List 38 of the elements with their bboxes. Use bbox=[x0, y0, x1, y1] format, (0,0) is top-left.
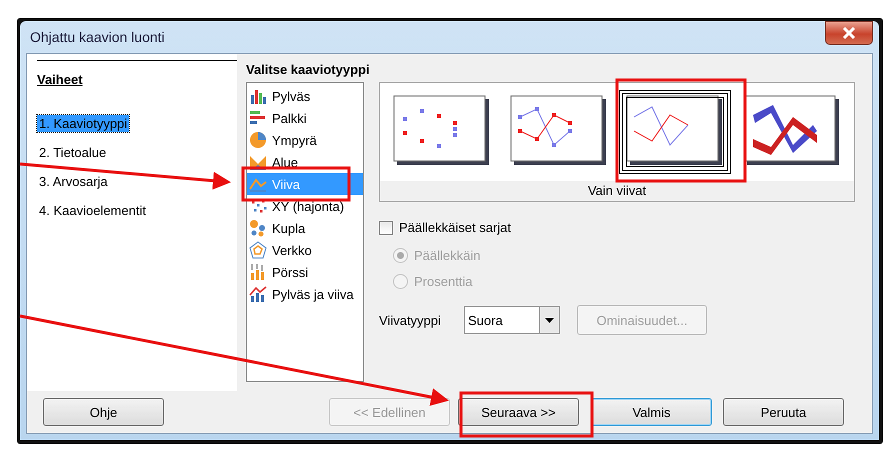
step-item[interactable]: 3. Arvosarja bbox=[37, 173, 110, 190]
section-heading: Valitse kaaviotyyppi bbox=[246, 62, 371, 77]
chart-type-item[interactable]: Kupla bbox=[247, 217, 363, 239]
chart-type-item[interactable]: Pörssi bbox=[247, 261, 363, 283]
steps-heading: Vaiheet bbox=[37, 72, 83, 87]
dialog-button[interactable]: Seuraava >> bbox=[458, 398, 579, 426]
column-line-chart-icon bbox=[249, 285, 267, 303]
bar-chart-icon bbox=[249, 109, 267, 127]
variant-caption: Vain viivat bbox=[588, 183, 646, 198]
step-item[interactable]: 4. Kaavioelementit bbox=[37, 202, 148, 219]
chart-type-item[interactable]: Ympyrä bbox=[247, 129, 363, 151]
dialog-button[interactable]: Ohje bbox=[43, 398, 164, 426]
chart-type-item[interactable]: Palkki bbox=[247, 107, 363, 129]
chart-type-item[interactable]: Verkko bbox=[247, 239, 363, 261]
radio-label: Päällekkäin bbox=[414, 248, 480, 263]
radio-label: Prosenttia bbox=[414, 274, 473, 289]
step-item[interactable]: 1. Kaaviotyyppi bbox=[37, 115, 130, 132]
close-button[interactable] bbox=[825, 21, 873, 45]
caret-icon bbox=[545, 318, 554, 322]
bubble-chart-icon bbox=[249, 219, 267, 237]
variant-option[interactable] bbox=[619, 90, 732, 174]
dialog-button[interactable]: Valmis bbox=[591, 398, 712, 426]
stock-chart-icon bbox=[249, 263, 267, 281]
dialog-button[interactable]: Peruuta bbox=[723, 398, 844, 426]
checkbox-label: Päällekkäiset sarjat bbox=[399, 220, 511, 235]
radar-chart-icon bbox=[249, 241, 267, 259]
area-chart-icon bbox=[249, 153, 267, 171]
close-icon bbox=[842, 27, 856, 39]
window-title: Ohjattu kaavion luonti bbox=[29, 29, 165, 45]
field-label: Viivatyyppi bbox=[379, 312, 442, 328]
line-type-dropdown[interactable]: Suora bbox=[464, 306, 560, 334]
bar-chart-icon bbox=[249, 87, 267, 105]
chart-type-item[interactable]: Pylväs bbox=[247, 85, 363, 107]
chart-type-item[interactable]: XY (hajonta) bbox=[247, 195, 363, 217]
checkbox[interactable] bbox=[379, 220, 393, 234]
chart-type-item[interactable]: Pylväs ja viiva bbox=[247, 283, 363, 305]
step-item[interactable]: 2. Tietoalue bbox=[37, 144, 108, 161]
pie-chart-icon bbox=[249, 131, 267, 149]
